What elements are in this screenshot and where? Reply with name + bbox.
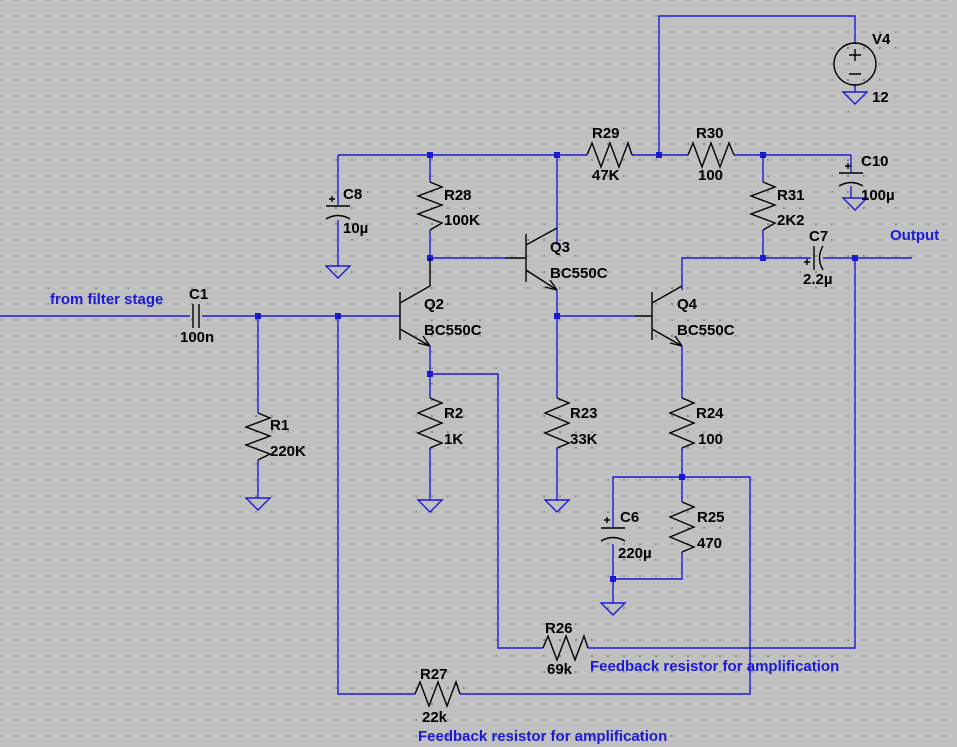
v4-value: 12	[872, 89, 889, 106]
r27-comment: Feedback resistor for amplification	[418, 728, 667, 745]
q4-value: BC550C	[677, 322, 735, 339]
r24-value: 100	[698, 431, 723, 448]
r29-name: R29	[592, 125, 620, 142]
r2-name: R2	[444, 405, 463, 422]
r1-name: R1	[270, 417, 289, 434]
r2-resistor[interactable]	[416, 397, 444, 449]
q4-name: Q4	[677, 296, 698, 313]
r26-name: R26	[545, 620, 573, 637]
r1-value: 220K	[270, 443, 306, 460]
c10-name: C10	[861, 153, 889, 170]
r27-value: 22k	[422, 709, 448, 726]
r23-name: R23	[570, 405, 598, 422]
q4-transistor[interactable]	[635, 285, 683, 347]
c7-name: C7	[809, 228, 828, 245]
c1-value: 100n	[180, 329, 214, 346]
c7-value: 2.2µ	[803, 271, 833, 288]
r28-value: 100K	[444, 212, 480, 229]
c1-name: C1	[189, 286, 208, 303]
v4-voltage-source[interactable]	[833, 42, 877, 86]
c6-name: C6	[620, 509, 639, 526]
r30-name: R30	[696, 125, 724, 142]
c6-value: 220µ	[618, 545, 652, 562]
r24-name: R24	[696, 405, 724, 422]
component-labels: C1 100n R1 220K C8 10µ R28 100K Q2 BC550…	[180, 31, 895, 726]
r25-resistor[interactable]	[668, 501, 696, 553]
r29-value: 47K	[592, 167, 620, 184]
ground-icon	[841, 91, 869, 105]
r26-resistor[interactable]	[542, 633, 589, 662]
ground-icon	[416, 499, 444, 513]
r26-value: 69k	[547, 661, 573, 678]
r31-name: R31	[777, 187, 805, 204]
r28-name: R28	[444, 187, 472, 204]
output-net-label: Output	[890, 227, 939, 244]
r1-resistor[interactable]	[244, 412, 272, 461]
r27-resistor[interactable]	[414, 679, 461, 708]
schematic-canvas: C1 100n R1 220K C8 10µ R28 100K Q2 BC550…	[0, 15, 939, 745]
c10-capacitor[interactable]	[838, 163, 864, 187]
r31-value: 2K2	[777, 212, 805, 229]
r29-resistor[interactable]	[586, 140, 633, 169]
c10-value: 100µ	[861, 187, 895, 204]
ground-icon	[543, 499, 571, 513]
wires	[0, 15, 912, 695]
r27-name: R27	[420, 666, 448, 683]
c8-name: C8	[343, 186, 362, 203]
q2-value: BC550C	[424, 322, 482, 339]
r25-name: R25	[697, 509, 725, 526]
ground-icon	[324, 265, 352, 279]
r2-value: 1K	[444, 431, 463, 448]
r31-resistor[interactable]	[749, 181, 777, 231]
c1-capacitor[interactable]	[192, 304, 200, 328]
r30-value: 100	[698, 167, 723, 184]
q3-value: BC550C	[550, 265, 608, 282]
r23-resistor[interactable]	[543, 397, 571, 449]
q3-name: Q3	[550, 239, 570, 256]
net-labels: from filter stage Output Feedback resist…	[50, 227, 939, 745]
input-net-label: from filter stage	[50, 291, 163, 308]
r26-comment: Feedback resistor for amplification	[590, 658, 839, 675]
r30-resistor[interactable]	[687, 141, 735, 169]
r23-value: 33K	[570, 431, 598, 448]
ground-icon	[244, 497, 272, 511]
v4-name: V4	[872, 31, 891, 48]
ground-icon	[599, 602, 627, 616]
c8-value: 10µ	[343, 220, 368, 237]
r28-resistor[interactable]	[416, 181, 444, 231]
r25-value: 470	[697, 535, 722, 552]
q2-name: Q2	[424, 296, 444, 313]
r24-resistor[interactable]	[668, 397, 696, 449]
